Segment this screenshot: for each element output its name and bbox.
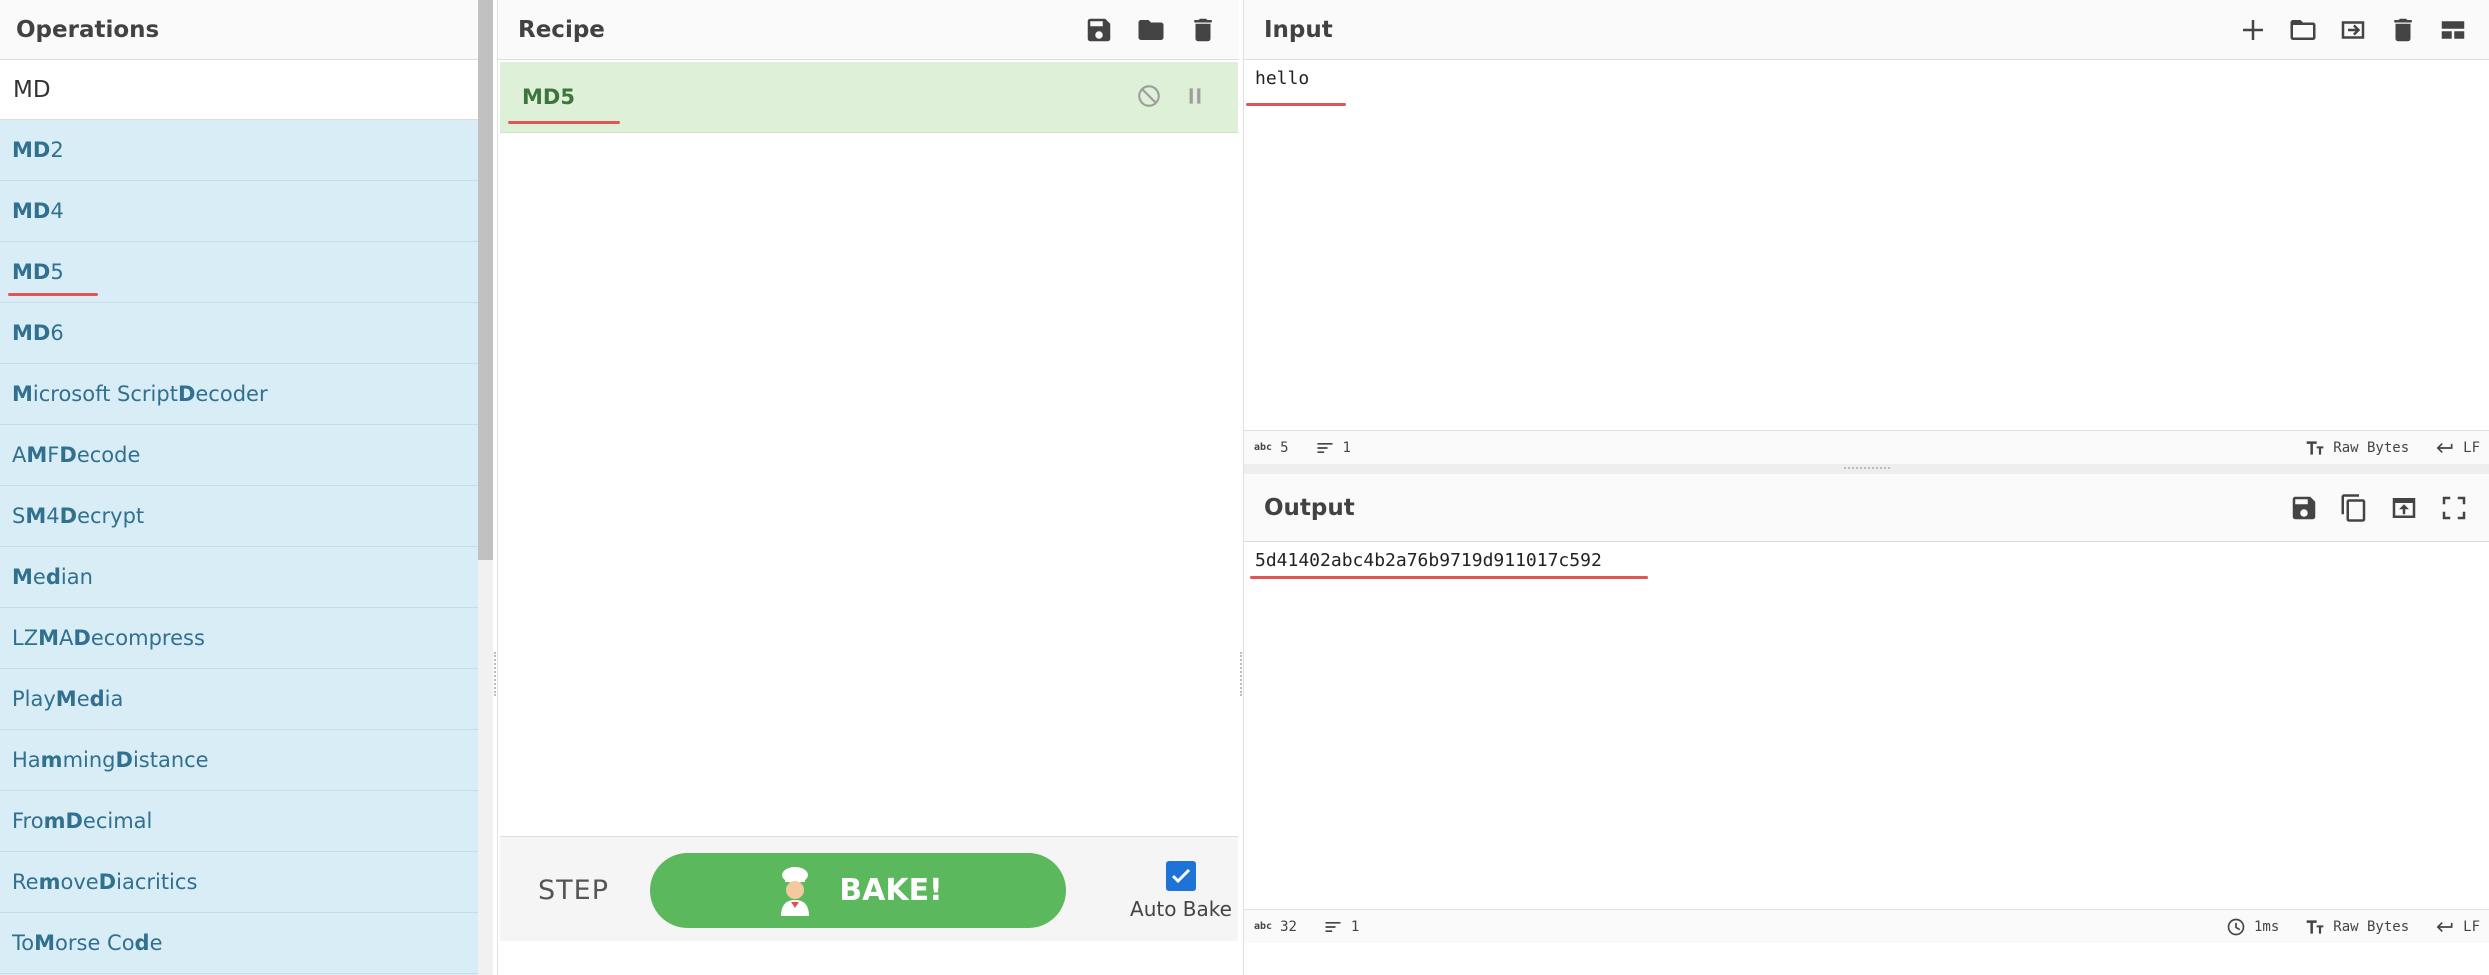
recipe-header: Recipe — [498, 0, 1239, 60]
operation-item[interactable]: To Morse Co d e — [0, 913, 478, 974]
abc-icon: abc — [1254, 442, 1273, 453]
auto-bake-toggle[interactable]: Auto Bake — [1116, 861, 1246, 921]
bake-bar: STEP BAKE! Auto Bake — [500, 836, 1238, 941]
abc-icon: abc — [1254, 921, 1273, 932]
output-title: Output — [1264, 494, 1355, 521]
annotation-underline — [508, 121, 620, 124]
operation-item[interactable]: MD 4 — [0, 181, 478, 242]
clock-icon — [2227, 918, 2245, 935]
input-textarea[interactable]: hello — [1244, 60, 2489, 430]
operation-item[interactable]: Me d ian — [0, 547, 478, 608]
open-icon[interactable] — [2388, 492, 2420, 524]
text-format-icon — [2306, 440, 2324, 455]
output-encoding[interactable]: Raw Bytes — [2305, 917, 2409, 937]
cyberchef-app: Operations MD2MD4MD5MD6Microsoft Script … — [0, 0, 2489, 975]
operations-panel: Operations MD2MD4MD5MD6Microsoft Script … — [0, 0, 478, 975]
operations-header: Operations — [0, 0, 478, 60]
operation-item[interactable]: AMF Decode — [0, 425, 478, 486]
import-icon[interactable] — [2337, 14, 2369, 46]
auto-bake-label: Auto Bake — [1130, 897, 1232, 921]
auto-bake-checkbox[interactable] — [1166, 861, 1196, 891]
operation-item[interactable]: Re m ove Diacritics — [0, 852, 478, 913]
operation-item[interactable]: Ha m ming Distance — [0, 730, 478, 791]
operation-item[interactable]: MD 6 — [0, 303, 478, 364]
output-lines: 1 — [1323, 917, 1359, 937]
save-output-icon[interactable] — [2288, 492, 2320, 524]
output-bake-time: 1ms — [2226, 917, 2279, 937]
io-panel: Input hello abc 5 1 Raw Bytes LF Output … — [1243, 0, 2489, 975]
return-icon — [2436, 921, 2453, 932]
operations-search-input[interactable] — [13, 76, 453, 103]
check-icon — [1171, 868, 1191, 884]
copy-icon[interactable] — [2338, 492, 2370, 524]
operations-search[interactable] — [0, 60, 478, 120]
output-textarea[interactable]: 5d41402abc4b2a76b9719d911017c592 — [1244, 542, 2489, 579]
bake-button[interactable]: BAKE! — [650, 853, 1066, 928]
pause-icon[interactable] — [1182, 83, 1208, 113]
recipe-resize-grip[interactable] — [1240, 652, 1244, 696]
input-status-bar: abc 5 1 Raw Bytes LF — [1244, 430, 2489, 464]
lines-icon — [1317, 442, 1332, 453]
bake-label: BAKE! — [839, 873, 943, 908]
operations-scroll-thumb[interactable] — [478, 0, 493, 560]
output-length: abc 32 — [1254, 918, 1297, 935]
input-encoding[interactable]: Raw Bytes — [2305, 438, 2409, 458]
chef-icon — [781, 866, 810, 916]
operation-item[interactable]: LZ M A Decompress — [0, 608, 478, 669]
output-eol[interactable]: LF — [2435, 917, 2480, 937]
operations-list: MD 2 MD 4 MD 5 MD 6 Microsoft Script Decoder A M F … — [0, 120, 478, 975]
maximize-icon[interactable] — [2438, 492, 2470, 524]
folder-icon[interactable] — [2287, 14, 2319, 46]
operation-item[interactable]: Microsoft Script Decoder — [0, 364, 478, 425]
text-format-icon — [2306, 919, 2324, 934]
operation-item[interactable]: SM4 Decrypt — [0, 486, 478, 547]
annotation-underline — [1250, 576, 1648, 579]
ops-resize-grip[interactable] — [494, 652, 498, 696]
io-divider[interactable] — [1244, 464, 2489, 474]
annotation-underline — [1246, 103, 1346, 106]
operations-title: Operations — [16, 16, 160, 43]
input-length: abc 5 — [1254, 439, 1289, 456]
operations-scrollbar[interactable] — [478, 0, 493, 975]
layout-icon[interactable] — [2437, 14, 2469, 46]
annotation-underline — [8, 293, 98, 296]
plus-icon[interactable] — [2237, 14, 2269, 46]
operation-item[interactable]: Fro m Decimal — [0, 791, 478, 852]
lines-icon — [1325, 921, 1341, 932]
clear-recipe-icon[interactable] — [1187, 14, 1219, 46]
step-button[interactable]: STEP — [538, 875, 609, 906]
recipe-title: Recipe — [518, 16, 605, 43]
disable-icon[interactable] — [1136, 83, 1162, 113]
operation-item[interactable]: MD 2 — [0, 120, 478, 181]
output-status-bar: abc 32 1 1ms Raw Bytes LF — [1244, 909, 2489, 943]
operation-item[interactable]: Play Me d ia — [0, 669, 478, 730]
output-header: Output — [1244, 474, 2489, 542]
input-lines: 1 — [1315, 438, 1351, 458]
input-eol[interactable]: LF — [2435, 438, 2480, 458]
save-recipe-icon[interactable] — [1083, 14, 1115, 46]
load-recipe-icon[interactable] — [1135, 14, 1167, 46]
input-title: Input — [1264, 16, 1333, 43]
input-header: Input — [1244, 0, 2489, 60]
return-icon — [2436, 442, 2453, 453]
recipe-panel: Recipe MD5 STEP BAKE! Auto Bake — [497, 0, 1239, 975]
recipe-operation-name: MD5 — [522, 85, 575, 109]
trash-icon[interactable] — [2387, 14, 2419, 46]
